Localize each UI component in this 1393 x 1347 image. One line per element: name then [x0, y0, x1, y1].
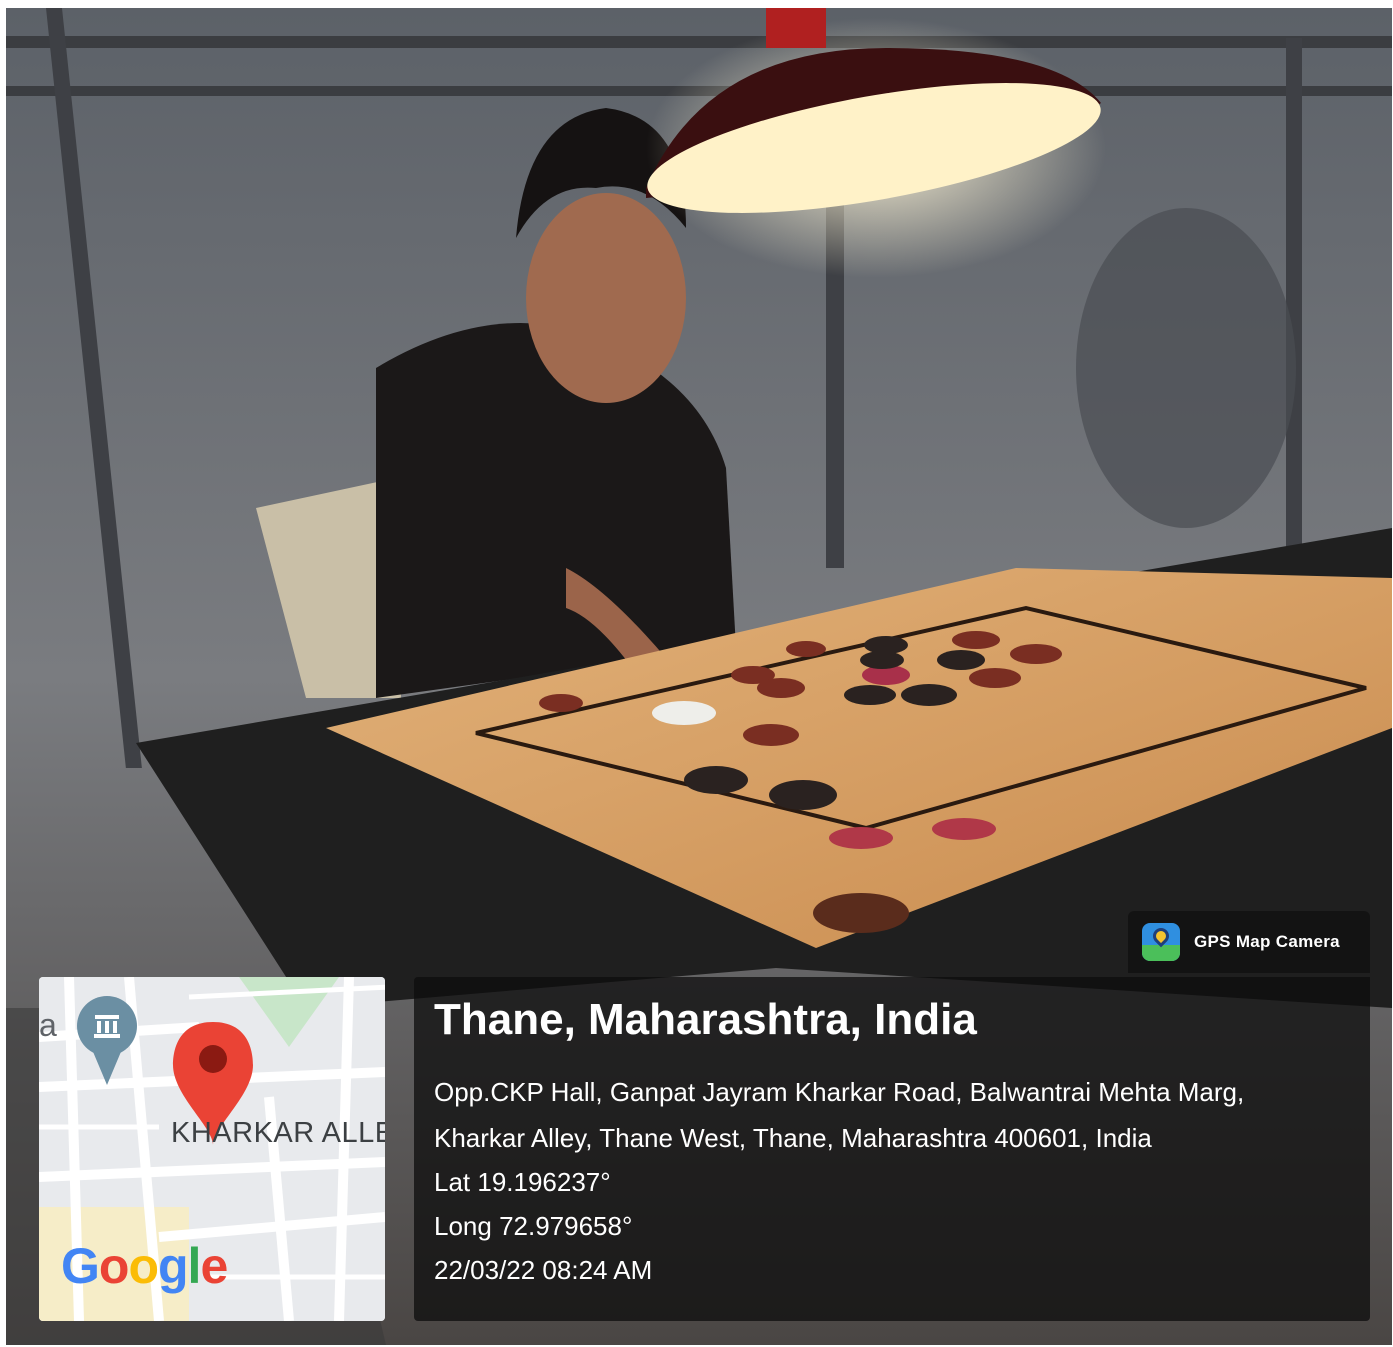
- datetime: 22/03/22 08:24 AM: [434, 1255, 653, 1285]
- app-brand-chip: GPS Map Camera: [1128, 911, 1370, 973]
- google-logo: Google: [61, 1237, 228, 1295]
- google-logo-letter: l: [187, 1238, 202, 1294]
- google-logo-letter: e: [200, 1238, 228, 1294]
- location-title: Thane, Maharashtra, India: [434, 995, 977, 1044]
- google-logo-letter: g: [158, 1238, 189, 1294]
- google-logo-letter: G: [61, 1238, 100, 1294]
- latitude: Lat 19.196237°: [434, 1167, 611, 1197]
- google-logo-letter: o: [98, 1238, 130, 1294]
- mini-map: a KHARKAR ALLE Google: [39, 977, 385, 1321]
- map-place-label: a: [39, 1007, 57, 1043]
- address-line-1: Opp.CKP Hall, Ganpat Jayram Kharkar Road…: [434, 1077, 1245, 1107]
- google-logo-letter: o: [128, 1238, 159, 1294]
- app-name: GPS Map Camera: [1194, 932, 1340, 951]
- gps-map-camera-app-icon: [1142, 923, 1180, 961]
- location-info-panel: Thane, Maharashtra, India Opp.CKP Hall, …: [414, 977, 1370, 1321]
- address-line-2: Kharkar Alley, Thane West, Thane, Mahara…: [434, 1123, 1152, 1153]
- map-street-label: KHARKAR ALLE: [171, 1117, 385, 1149]
- longitude: Long 72.979658°: [434, 1211, 633, 1241]
